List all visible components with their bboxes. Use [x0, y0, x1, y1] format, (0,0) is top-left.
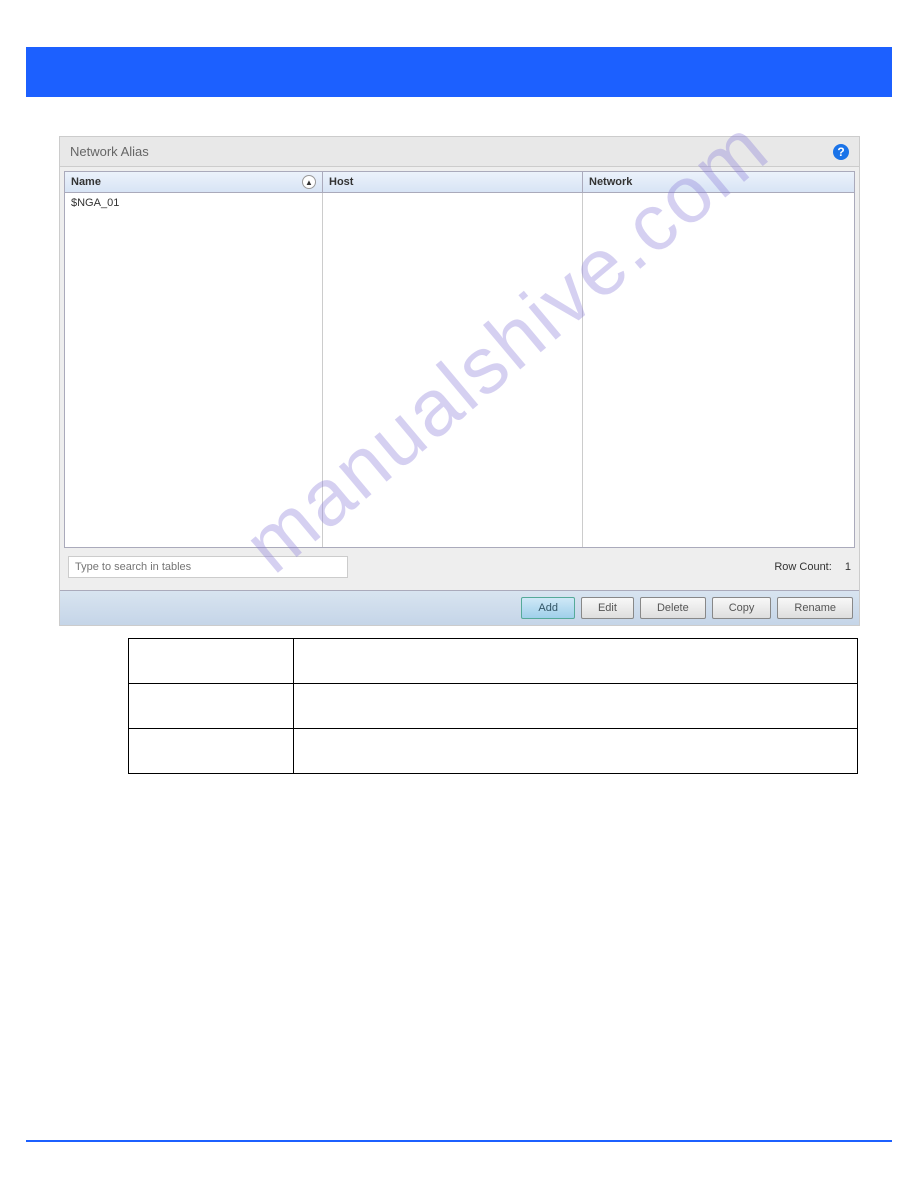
table-row: [129, 684, 858, 729]
table-row: [129, 729, 858, 774]
column-header-network-label: Network: [589, 176, 632, 188]
table-cell-network[interactable]: [583, 193, 854, 547]
delete-button[interactable]: Delete: [640, 597, 706, 619]
table-cell-host[interactable]: [323, 193, 583, 547]
table-row: [129, 639, 858, 684]
info-cell: [293, 639, 857, 684]
edit-button[interactable]: Edit: [581, 597, 634, 619]
info-cell: [293, 684, 857, 729]
sort-asc-icon[interactable]: ▲: [302, 175, 316, 189]
table-header: Name ▲ Host Network: [64, 171, 855, 193]
info-cell: [293, 729, 857, 774]
panel-header: Network Alias ?: [60, 137, 859, 167]
column-header-name-label: Name: [71, 176, 101, 188]
table-cell-name[interactable]: $NGA_01: [65, 193, 323, 547]
column-header-host[interactable]: Host: [323, 172, 583, 192]
row-count: Row Count: 1: [764, 561, 851, 573]
help-icon[interactable]: ?: [833, 144, 849, 160]
bottom-divider: [26, 1140, 892, 1142]
search-input[interactable]: [68, 556, 348, 578]
info-cell: [129, 684, 294, 729]
button-bar: Add Edit Delete Copy Rename: [60, 590, 859, 625]
panel-title: Network Alias: [70, 144, 149, 159]
info-cell: [129, 729, 294, 774]
table-body: $NGA_01: [64, 193, 855, 548]
rename-button[interactable]: Rename: [777, 597, 853, 619]
add-button[interactable]: Add: [521, 597, 575, 619]
info-table: [128, 638, 858, 774]
network-alias-panel: Network Alias ? Name ▲ Host Network $NGA…: [59, 136, 860, 626]
table-footer: Row Count: 1: [64, 548, 855, 586]
row-count-label: Row Count:: [774, 561, 831, 573]
table-wrap: Name ▲ Host Network $NGA_01 Row Count: 1: [60, 167, 859, 590]
column-header-host-label: Host: [329, 176, 353, 188]
info-cell: [129, 639, 294, 684]
column-header-name[interactable]: Name ▲: [65, 172, 323, 192]
row-count-value: 1: [845, 561, 851, 573]
copy-button[interactable]: Copy: [712, 597, 772, 619]
column-header-network[interactable]: Network: [583, 172, 854, 192]
top-banner: [26, 47, 892, 97]
